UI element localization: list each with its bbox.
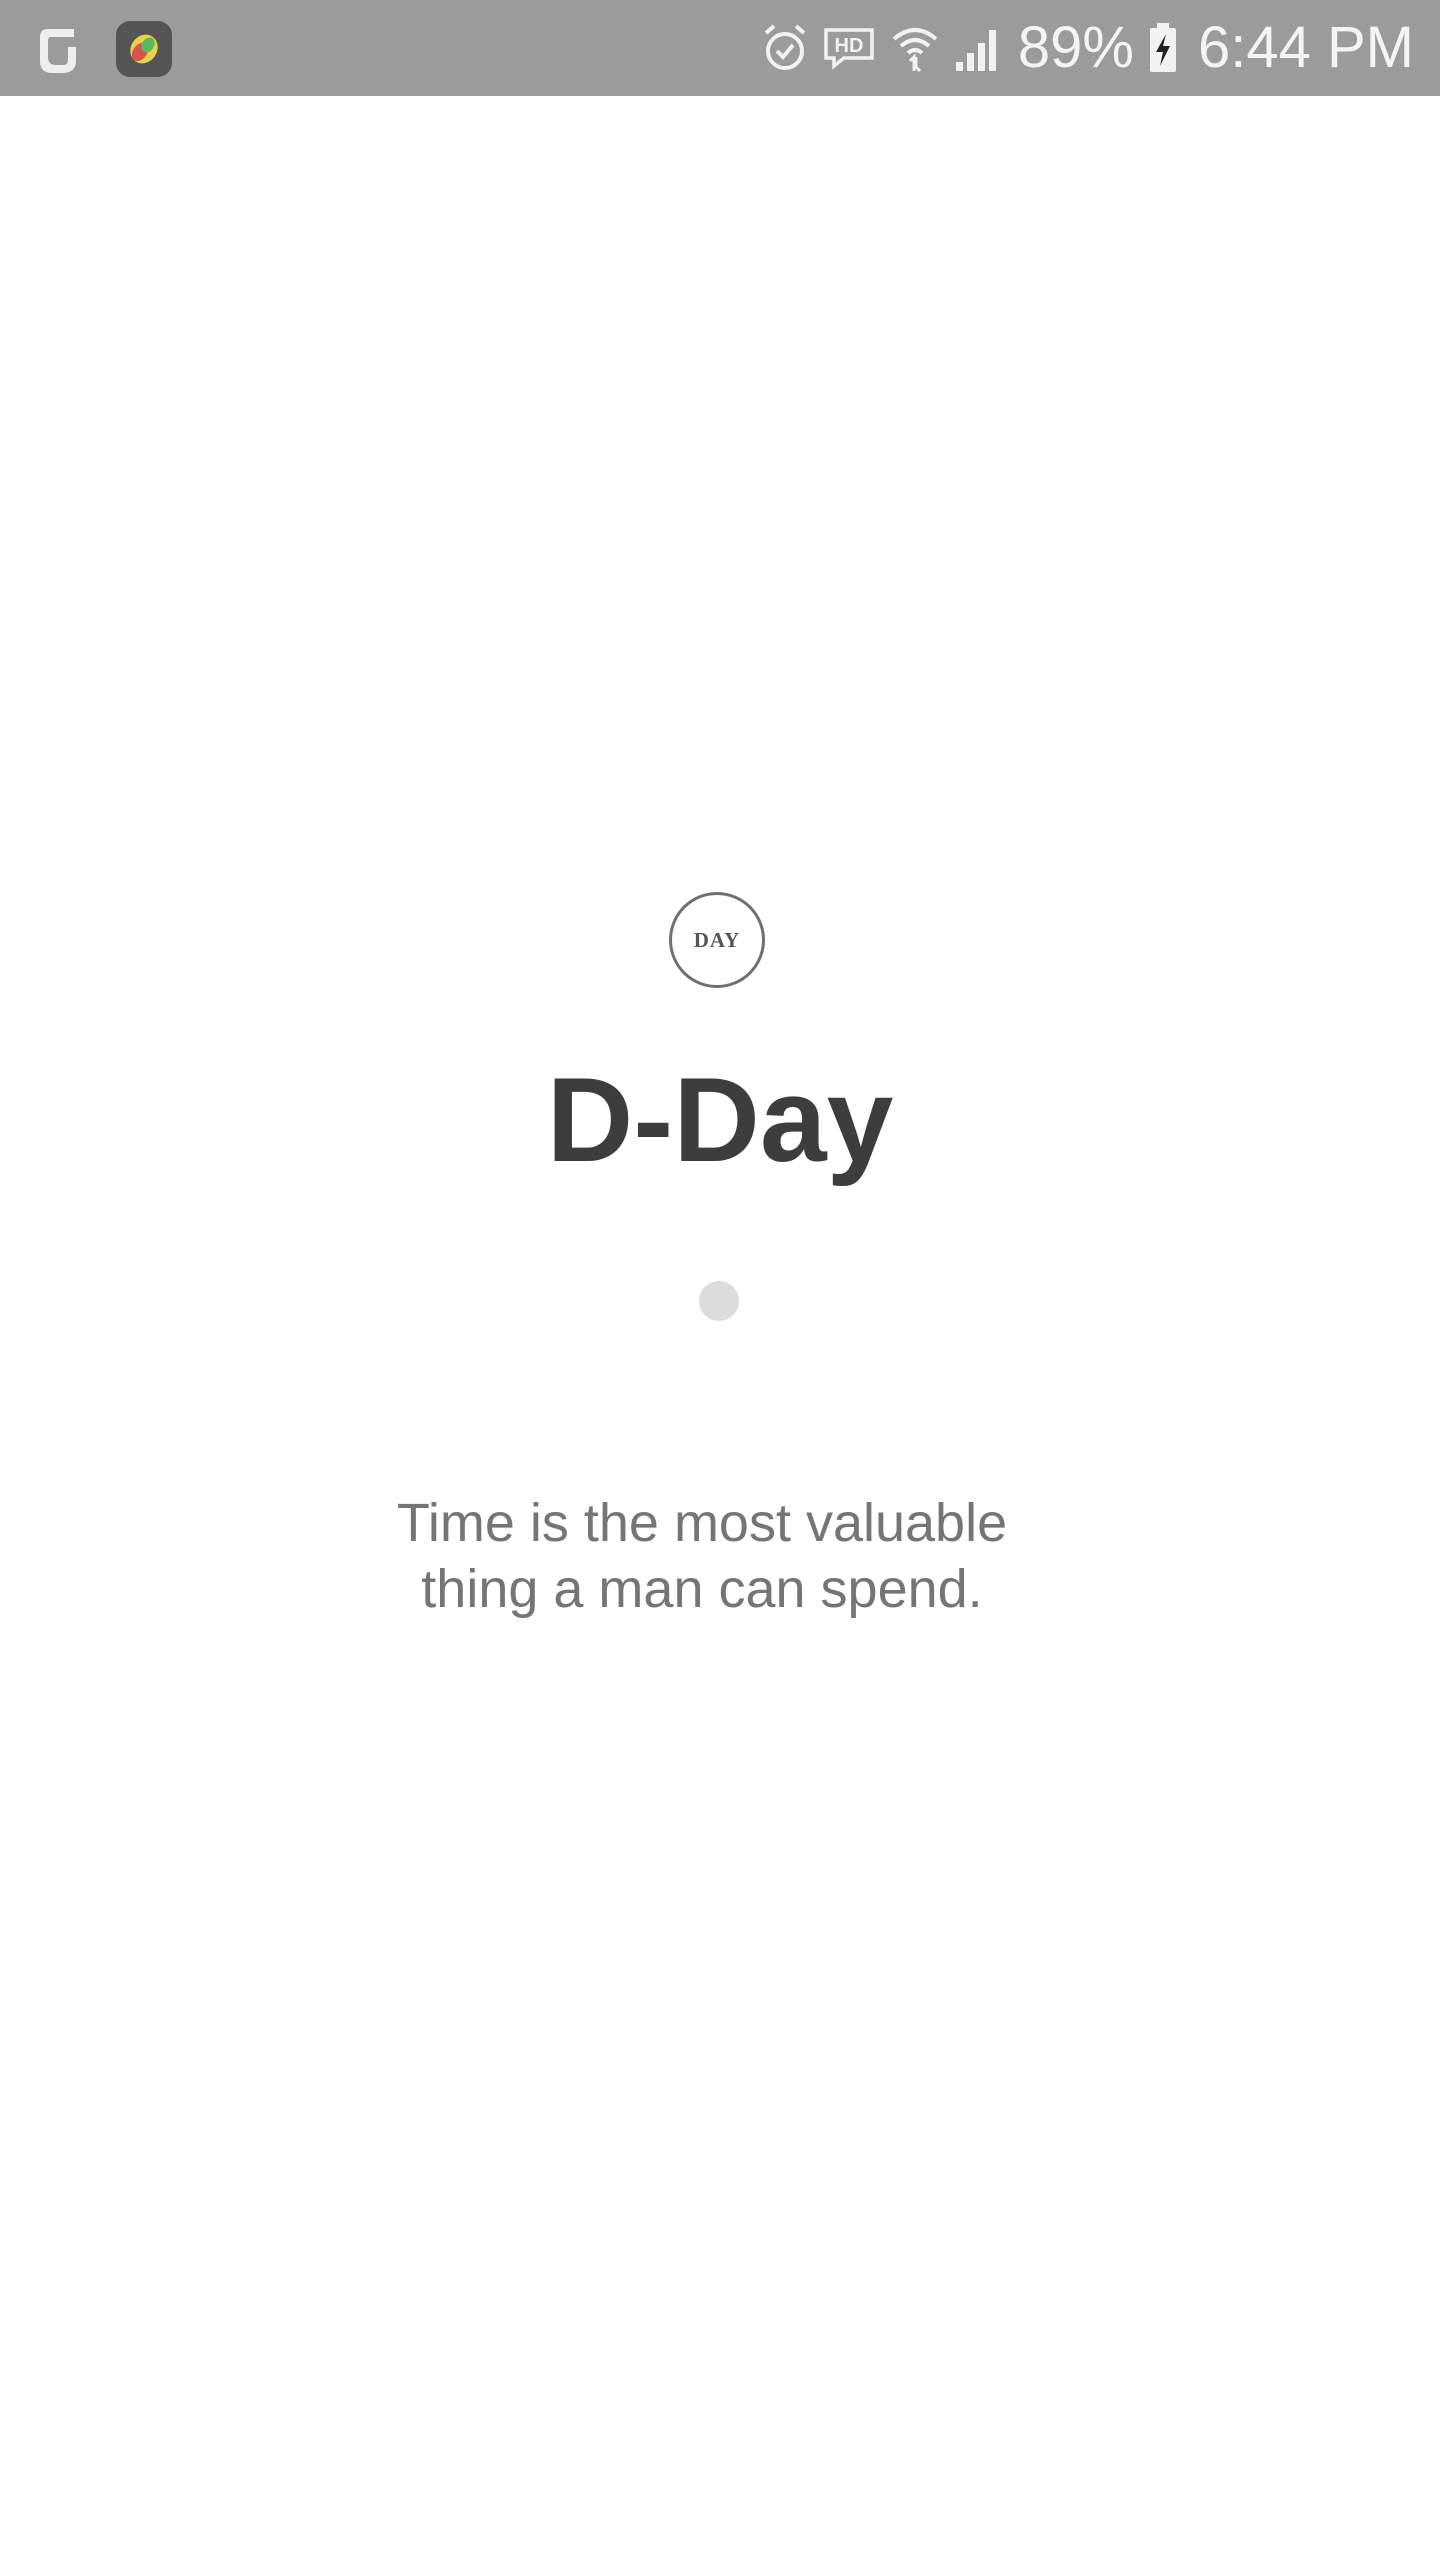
app-title: D-Day: [546, 1053, 894, 1187]
splash-quote: Time is the most valuable thing a man ca…: [396, 1493, 1008, 1619]
loading-indicator: [699, 1281, 739, 1321]
svg-text:HD: HD: [834, 35, 863, 57]
status-bar-right: HD 89% 6:44 PM: [762, 0, 1414, 96]
notification-app-icon: [30, 23, 82, 75]
status-bar: HD 89% 6:44 PM: [0, 0, 1440, 96]
signal-icon: [954, 24, 1004, 72]
app-logo-icon: DAY: [669, 892, 765, 988]
alarm-icon: [762, 23, 808, 73]
status-bar-left: [30, 21, 172, 77]
battery-charging-icon: [1148, 22, 1178, 74]
app-logo-text: DAY: [693, 927, 741, 952]
color-app-icon: [116, 21, 172, 77]
battery-percent: 89%: [1017, 15, 1134, 80]
clock-time: 6:44 PM: [1198, 15, 1414, 80]
splash-screen: [0, 96, 1440, 2560]
hd-voice-icon: HD: [822, 26, 876, 70]
wifi-icon: [890, 23, 940, 73]
